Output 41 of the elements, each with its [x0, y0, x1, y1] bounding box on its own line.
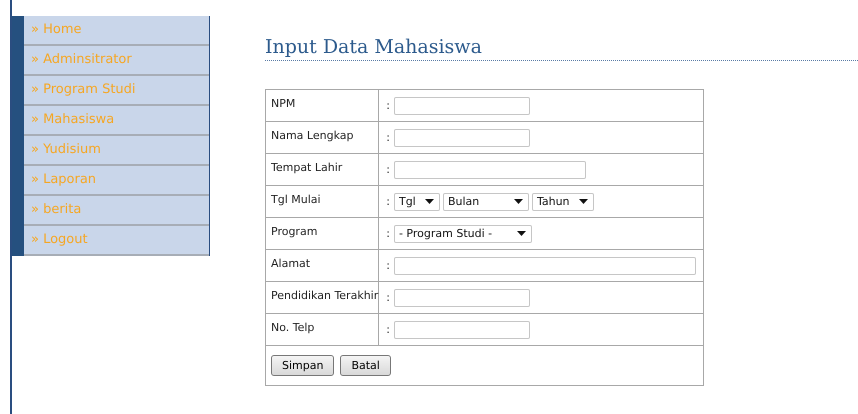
field-label: Nama Lengkap	[270, 128, 354, 142]
sidebar-item[interactable]: » Home	[24, 16, 209, 46]
sidebar-item[interactable]: » Logout	[24, 226, 209, 256]
form-button[interactable]: Batal	[340, 355, 391, 376]
sidebar-item[interactable]: » Mahasiswa	[24, 106, 209, 136]
field-label: NPM	[270, 96, 296, 110]
field-label: Alamat	[270, 256, 312, 270]
input-field[interactable]	[394, 128, 530, 146]
sidebar-item[interactable]: » berita	[24, 196, 209, 226]
field-label: Program	[270, 224, 318, 238]
field-label: Tgl Mulai	[270, 192, 322, 206]
sidebar-item[interactable]: » Adminsitrator	[24, 46, 209, 76]
form-button[interactable]: Simpan	[271, 355, 334, 376]
field-label: Tempat Lahir	[270, 160, 344, 174]
colon: :	[386, 98, 390, 112]
dropdown[interactable]: Tgl	[394, 192, 440, 210]
sidebar-item[interactable]: » Yudisium	[24, 136, 209, 166]
colon: :	[386, 162, 390, 176]
dropdown[interactable]: - Program Studi -	[394, 224, 532, 242]
dropdown[interactable]: Tahun	[532, 192, 594, 210]
caret-icon	[516, 231, 526, 236]
sidebar-item[interactable]: » Laporan	[24, 166, 209, 196]
colon: :	[386, 258, 390, 272]
input-field[interactable]	[394, 320, 530, 338]
caret-icon	[514, 199, 523, 204]
input-field[interactable]	[394, 96, 530, 114]
colon: :	[386, 290, 390, 304]
colon: :	[386, 194, 390, 208]
caret-icon	[578, 199, 588, 204]
colon: :	[386, 226, 390, 240]
field-label: Pendidikan Terakhir	[270, 288, 378, 302]
caret-icon	[424, 199, 434, 204]
sidebar-item[interactable]: » Program Studi	[24, 76, 209, 106]
input-field[interactable]	[394, 256, 696, 274]
dropdown[interactable]: Bulan	[442, 192, 529, 210]
colon: :	[386, 322, 390, 336]
field-label: No. Telp	[270, 320, 316, 334]
input-field[interactable]	[394, 288, 530, 306]
input-field[interactable]	[394, 160, 586, 178]
colon: :	[386, 130, 390, 144]
page-title: Input Data Mahasiswa	[265, 36, 858, 61]
